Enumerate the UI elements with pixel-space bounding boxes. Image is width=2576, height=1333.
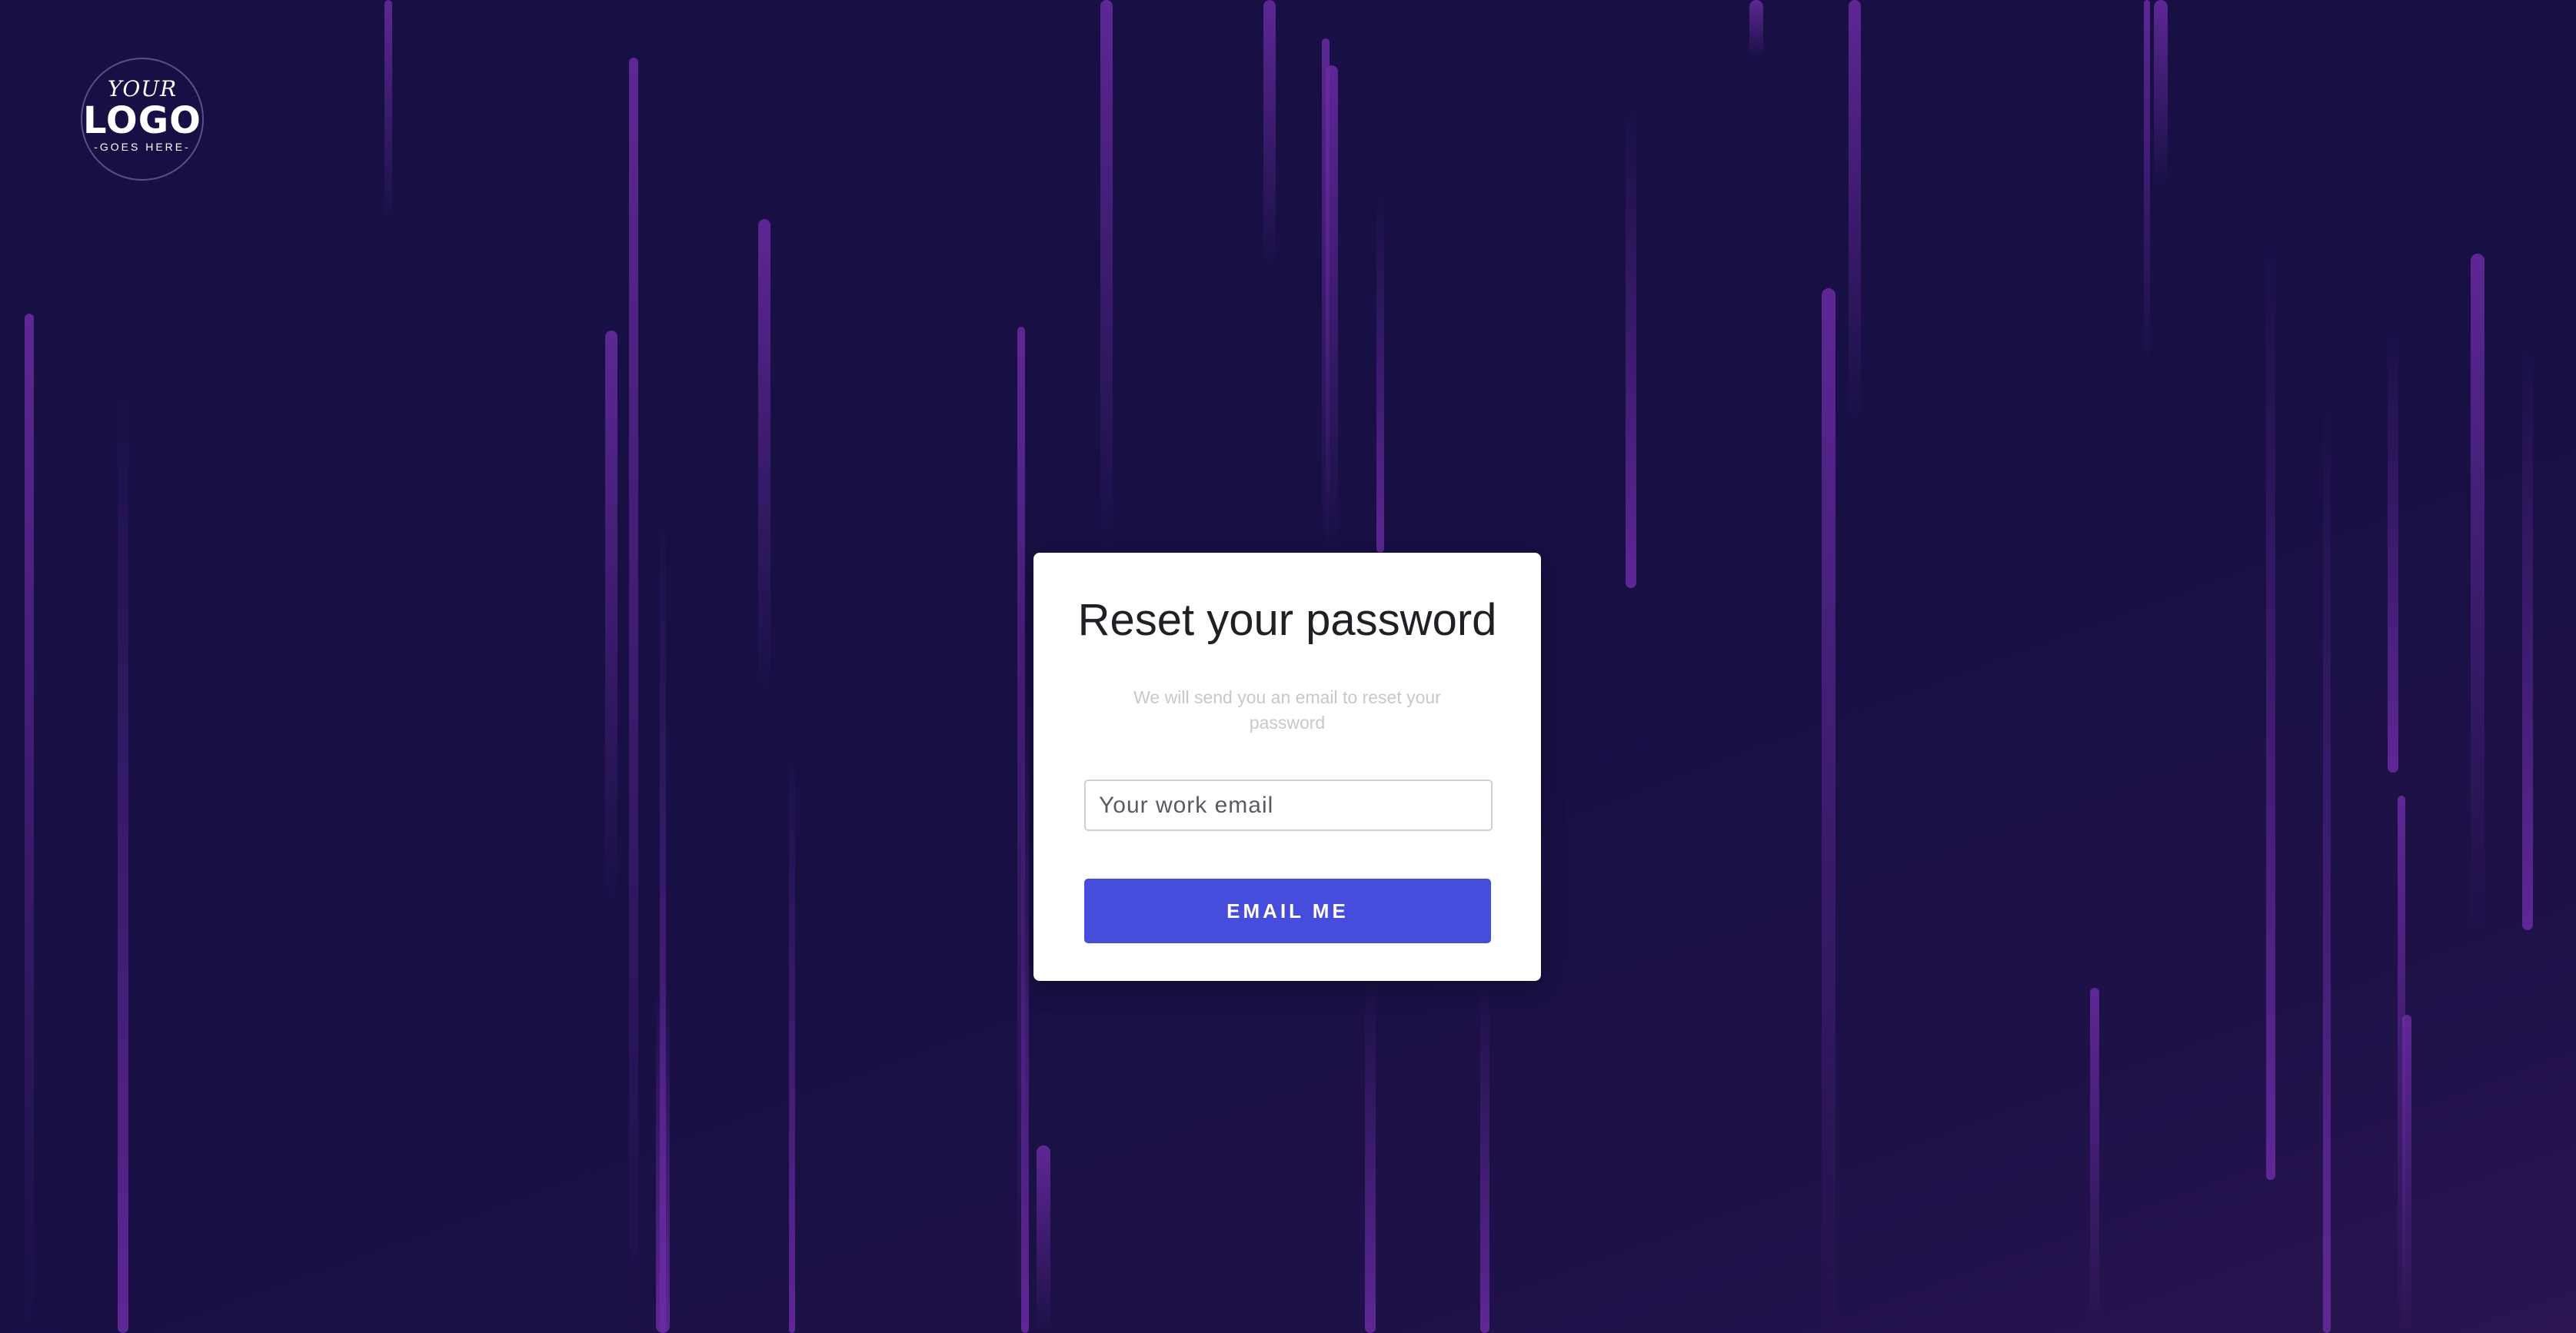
background-streak xyxy=(656,981,670,1333)
background-streak xyxy=(1037,1145,1050,1333)
background-streak xyxy=(1021,676,1029,1333)
background-streak xyxy=(1100,0,1113,553)
page-title: Reset your password xyxy=(1077,595,1497,645)
background-streak xyxy=(1376,192,1384,553)
background-streak xyxy=(1849,0,1861,430)
background-streak xyxy=(1263,0,1276,269)
email-me-button[interactable]: EMAIL ME xyxy=(1084,879,1491,943)
brand-logo: YOUR LOGO -GOES HERE- xyxy=(81,58,204,181)
background-streak xyxy=(2090,988,2099,1333)
background-streak xyxy=(1365,981,1376,1333)
background-streak xyxy=(2144,0,2150,369)
background-streak xyxy=(2402,1015,2411,1333)
email-field[interactable] xyxy=(1084,780,1493,831)
background-streak xyxy=(2323,384,2331,1333)
background-streak xyxy=(1626,100,1636,588)
logo-text-main: LOGO xyxy=(83,99,201,142)
logo-text-your: YOUR xyxy=(107,76,178,101)
background-streak xyxy=(758,219,770,700)
reset-password-card: Reset your password We will send you an … xyxy=(1033,553,1541,981)
background-streak xyxy=(2388,323,2398,773)
background-streak xyxy=(2471,254,2484,930)
background-streak xyxy=(1480,981,1489,1333)
background-streak xyxy=(118,369,128,1333)
background-streak xyxy=(629,58,638,1333)
background-streak xyxy=(2398,796,2405,1333)
background-streak xyxy=(1017,327,1025,1333)
background-streak xyxy=(1749,0,1763,58)
background-streak xyxy=(789,738,795,1333)
logo-text-tagline: -GOES HERE- xyxy=(94,141,191,153)
background-streak xyxy=(2154,0,2168,188)
background-streak xyxy=(2522,338,2533,930)
background-streak xyxy=(1322,38,1330,553)
background-streak xyxy=(2266,223,2275,1180)
page-subtitle: We will send you an email to reset your … xyxy=(1133,687,1441,733)
background-streak xyxy=(1326,65,1338,553)
background-streak xyxy=(384,0,392,223)
background-streak xyxy=(660,492,666,1333)
background-streak xyxy=(605,331,617,910)
background-streak xyxy=(1822,288,1835,1333)
background-streak xyxy=(25,314,34,1333)
